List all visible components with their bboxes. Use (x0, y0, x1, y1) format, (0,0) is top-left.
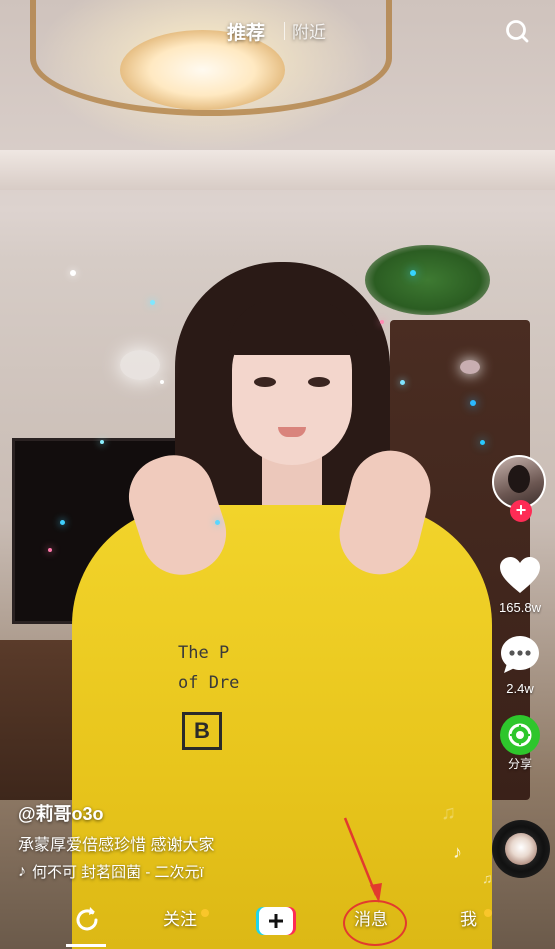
yellow-shirt (72, 505, 492, 949)
like-button[interactable] (495, 550, 545, 600)
shirt-print-letter: B (182, 712, 222, 750)
nav-me[interactable]: 我 (460, 905, 477, 930)
bangs (228, 300, 358, 355)
follow-plus-button[interactable]: + (510, 500, 532, 522)
creator-username[interactable]: @莉哥o3o (18, 800, 104, 826)
nav-follow[interactable]: 关注 (163, 905, 197, 930)
music-note-icon: ♫ (482, 870, 493, 886)
music-title: 何不可 封茗囧菌 - 二次元ï (32, 864, 204, 881)
like-count: 165.8w (499, 600, 541, 615)
create-video-button[interactable] (256, 905, 296, 937)
ceiling (0, 150, 555, 190)
music-disc-art (505, 833, 537, 865)
video-feed-screen[interactable]: The P of Dre B 推荐 附近 + 165.8w 2.4w 分享 ♪ … (0, 0, 555, 949)
video-caption: 承蒙厚爱倍感珍惜 感谢大家 (18, 837, 215, 854)
share-label: 分享 (507, 757, 532, 771)
annotation-arrow (343, 817, 382, 903)
shirt-print-text: The P of Dre (178, 638, 239, 698)
comment-button[interactable] (495, 630, 545, 680)
refresh-icon[interactable] (70, 903, 104, 937)
share-button[interactable] (495, 710, 545, 760)
search-icon[interactable] (504, 18, 530, 44)
share-icon (500, 715, 540, 755)
heart-icon (500, 557, 540, 593)
annotation-circle (343, 900, 407, 946)
music-note-icon: ♪ (453, 842, 462, 862)
comment-count: 2.4w (506, 681, 534, 696)
tab-nearby[interactable]: 附近 (292, 18, 326, 43)
music-disc[interactable] (492, 820, 550, 878)
home-indicator (66, 944, 106, 947)
shirt-print-line1: The P (178, 643, 230, 663)
tab-divider (284, 22, 285, 40)
tab-recommend[interactable]: 推荐 (227, 18, 265, 45)
music-note-icon: ♫ (441, 802, 456, 824)
plus-icon (256, 907, 296, 935)
follow-notification-dot (201, 909, 209, 917)
music-note-icon: ♪ (18, 862, 26, 880)
music-info[interactable]: ♪ 何不可 封茗囧菌 - 二次元ï (18, 861, 204, 882)
shirt-print-line2: of Dre (178, 673, 240, 693)
plant (365, 245, 490, 315)
me-notification-dot (484, 909, 492, 917)
comment-icon (501, 636, 539, 673)
